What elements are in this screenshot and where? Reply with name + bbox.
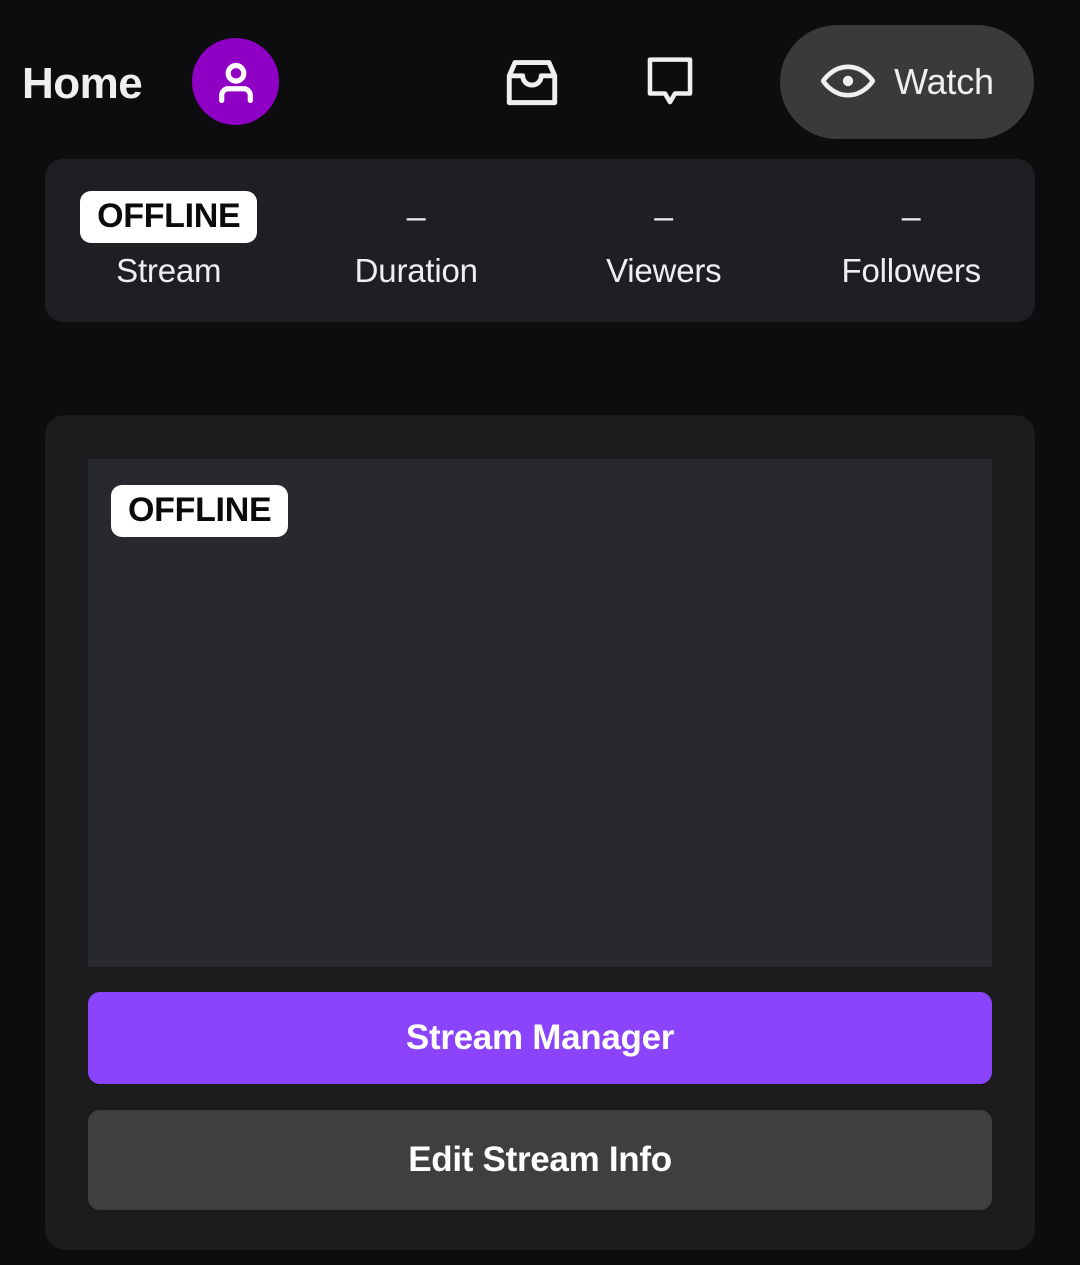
avatar[interactable] <box>192 38 279 125</box>
stat-duration-value: – <box>406 197 426 236</box>
eye-icon <box>820 60 876 105</box>
stat-followers-value: – <box>901 197 921 236</box>
stat-duration-label: Duration <box>354 251 478 289</box>
watch-button[interactable]: Watch <box>780 25 1034 139</box>
channel-card: OFFLINE Stream Manager Edit Stream Info <box>45 415 1035 1250</box>
stat-duration: – Duration <box>293 191 541 291</box>
stat-stream-value: OFFLINE <box>80 190 258 243</box>
inbox-icon <box>501 52 563 117</box>
preview-status-badge: OFFLINE <box>111 485 289 537</box>
stat-followers-label: Followers <box>841 251 982 289</box>
stat-viewers-label: Viewers <box>606 251 722 289</box>
stat-viewers: – Viewers <box>540 191 788 291</box>
stat-stream: OFFLINE Stream <box>45 190 293 291</box>
stat-stream-label: Stream <box>116 251 222 289</box>
page-title: Home <box>22 59 143 108</box>
home-page: Home Watch OFFLINE Stream – Duration – V… <box>0 0 1080 1265</box>
watch-button-label: Watch <box>894 61 994 102</box>
stream-manager-button[interactable]: Stream Manager <box>88 992 992 1084</box>
stat-viewers-value: – <box>654 197 674 236</box>
chat-button[interactable] <box>636 50 704 118</box>
top-navigation-bar: Home Watch <box>0 0 1080 160</box>
chat-bubble-icon <box>641 52 699 117</box>
stat-followers: – Followers <box>788 191 1036 291</box>
stream-preview[interactable]: OFFLINE <box>88 459 992 967</box>
user-avatar-icon <box>210 56 262 108</box>
inbox-button[interactable] <box>498 50 566 118</box>
stream-stats-card: OFFLINE Stream – Duration – Viewers – Fo… <box>45 159 1035 322</box>
status-badge: OFFLINE <box>80 190 258 243</box>
edit-stream-info-button[interactable]: Edit Stream Info <box>88 1110 992 1210</box>
